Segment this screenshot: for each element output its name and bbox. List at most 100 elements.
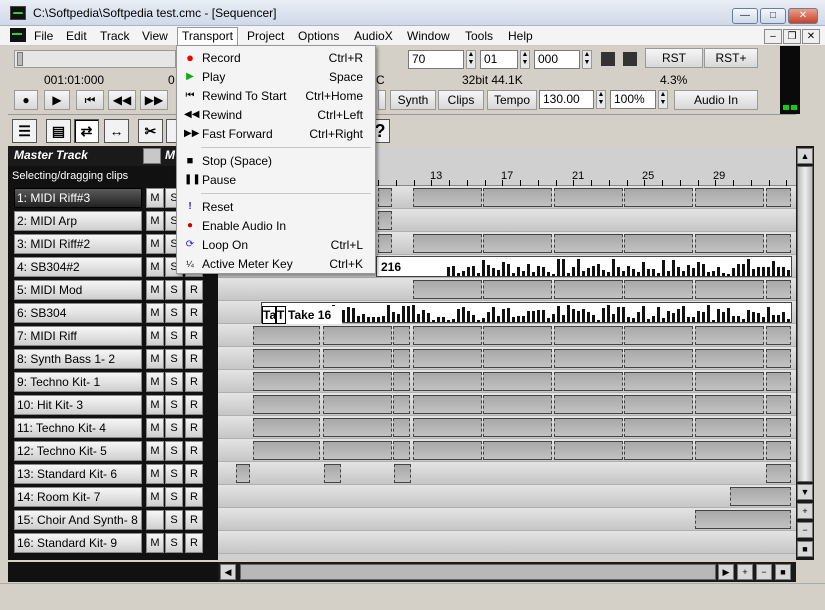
scroll-down-button[interactable]: ▼: [797, 484, 813, 500]
midi-clip[interactable]: [766, 395, 791, 414]
midi-clip[interactable]: [554, 188, 623, 207]
menu-file[interactable]: File: [30, 28, 57, 44]
record-arm-button[interactable]: R: [185, 510, 203, 530]
midi-clip[interactable]: [624, 188, 693, 207]
midi-clip[interactable]: [766, 188, 791, 207]
midi-clip[interactable]: [323, 372, 392, 391]
close-button[interactable]: ✕: [788, 8, 818, 24]
track-name[interactable]: 3: MIDI Riff#2: [14, 234, 142, 254]
midi-clip[interactable]: [624, 280, 693, 299]
beat-spinner[interactable]: ▲ ▼: [520, 50, 530, 69]
mdi-close-button[interactable]: ✕: [802, 29, 820, 44]
mute-button[interactable]: M: [146, 418, 164, 438]
transport-record-button[interactable]: ●: [14, 90, 38, 110]
midi-clip[interactable]: [483, 280, 552, 299]
midi-clip[interactable]: [624, 234, 693, 253]
vertical-scroll-thumb[interactable]: [797, 166, 813, 482]
midi-clip[interactable]: [378, 234, 392, 253]
record-arm-button[interactable]: R: [185, 418, 203, 438]
midi-clip[interactable]: [695, 188, 764, 207]
track-name[interactable]: 11: Techno Kit- 4: [14, 418, 142, 438]
menu-item-fast-forward[interactable]: ▶▶ Fast Forward Ctrl+Right: [178, 125, 374, 144]
midi-clip[interactable]: [766, 280, 791, 299]
menu-item-reset[interactable]: ! Reset: [178, 198, 374, 217]
midi-clip[interactable]: [253, 441, 320, 460]
track-name[interactable]: 5: MIDI Mod: [14, 280, 142, 300]
midi-clip[interactable]: [554, 280, 623, 299]
menu-project[interactable]: Project: [243, 28, 288, 44]
track-name[interactable]: 6: SB304: [14, 303, 142, 323]
track-row[interactable]: 5: MIDI Mod M S R: [14, 280, 216, 300]
menu-track[interactable]: Track: [96, 28, 134, 44]
midi-clip[interactable]: [393, 441, 410, 460]
record-arm-button[interactable]: R: [185, 395, 203, 415]
record-arm-button[interactable]: R: [185, 303, 203, 323]
zoom-reset-vertical-button[interactable]: ■: [797, 541, 813, 557]
mute-button[interactable]: M: [146, 464, 164, 484]
mute-button[interactable]: M: [146, 487, 164, 507]
mute-button[interactable]: M: [146, 234, 164, 254]
midi-clip[interactable]: [695, 326, 764, 345]
menu-transport[interactable]: Transport: [177, 27, 238, 46]
midi-clip[interactable]: [695, 510, 791, 529]
midi-clip[interactable]: [695, 418, 764, 437]
midi-clip[interactable]: [253, 326, 320, 345]
edge-button[interactable]: [378, 90, 386, 110]
transport-rewind-button[interactable]: ◀◀: [108, 90, 136, 110]
midi-clip[interactable]: [695, 372, 764, 391]
track-name[interactable]: 16: Standard Kit- 9: [14, 533, 142, 553]
midi-clip[interactable]: [766, 349, 791, 368]
mute-button[interactable]: M: [146, 188, 164, 208]
mute-button[interactable]: M: [146, 372, 164, 392]
transport-rewind-start-button[interactable]: ⏮: [76, 90, 104, 110]
midi-clip[interactable]: [624, 418, 693, 437]
scroll-left-button[interactable]: ◀: [220, 564, 236, 580]
rst-plus-button[interactable]: RST+: [704, 48, 758, 68]
solo-button[interactable]: S: [165, 487, 183, 507]
record-arm-button[interactable]: R: [185, 326, 203, 346]
midi-clip[interactable]: [554, 395, 623, 414]
midi-clip[interactable]: [730, 487, 791, 506]
midi-clip[interactable]: [695, 280, 764, 299]
mute-button[interactable]: M: [146, 441, 164, 461]
mdi-restore-button[interactable]: ❐: [783, 29, 801, 44]
midi-clip[interactable]: [323, 326, 392, 345]
solo-button[interactable]: S: [165, 372, 183, 392]
minimize-button[interactable]: —: [732, 8, 758, 24]
tempo-field[interactable]: 130.00: [539, 90, 594, 109]
midi-clip[interactable]: [624, 395, 693, 414]
menu-options[interactable]: Options: [294, 28, 343, 44]
menu-item-stop[interactable]: ■ Stop (Space): [178, 152, 374, 171]
midi-clip[interactable]: [554, 349, 623, 368]
midi-clip[interactable]: [413, 395, 482, 414]
midi-clip[interactable]: [378, 188, 392, 207]
midi-clip[interactable]: [695, 441, 764, 460]
time-sig-field[interactable]: 70: [408, 50, 464, 69]
midi-clip[interactable]: [413, 418, 482, 437]
midi-clip[interactable]: [695, 395, 764, 414]
tempo-button[interactable]: Tempo: [487, 90, 537, 110]
position-slider[interactable]: [14, 50, 176, 68]
midi-clip[interactable]: [554, 418, 623, 437]
transport-fast-forward-button[interactable]: ▶▶: [140, 90, 168, 110]
midi-clip[interactable]: [393, 372, 410, 391]
tick-spinner[interactable]: ▲ ▼: [582, 50, 592, 69]
record-arm-button[interactable]: R: [185, 487, 203, 507]
menu-view[interactable]: View: [138, 28, 172, 44]
midi-clip[interactable]: [323, 441, 392, 460]
midi-clip[interactable]: [393, 326, 410, 345]
midi-clip[interactable]: [695, 349, 764, 368]
track-name[interactable]: 2: MIDI Arp: [14, 211, 142, 231]
menu-item-active-meter-key[interactable]: ¼ Active Meter Key Ctrl+K: [178, 255, 374, 274]
midi-clip[interactable]: [483, 326, 552, 345]
track-row[interactable]: 6: SB304 M S R: [14, 303, 216, 323]
track-name[interactable]: 8: Synth Bass 1- 2: [14, 349, 142, 369]
midi-clip[interactable]: [323, 418, 392, 437]
solo-button[interactable]: S: [165, 303, 183, 323]
track-row[interactable]: 15: Choir And Synth- 8 SR: [14, 510, 216, 530]
time-sig-spinner[interactable]: ▲ ▼: [466, 50, 476, 69]
menu-edit[interactable]: Edit: [62, 28, 91, 44]
menu-item-rewind[interactable]: ◀◀ Rewind Ctrl+Left: [178, 106, 374, 125]
track-name[interactable]: 14: Room Kit- 7: [14, 487, 142, 507]
midi-clip[interactable]: [766, 234, 791, 253]
